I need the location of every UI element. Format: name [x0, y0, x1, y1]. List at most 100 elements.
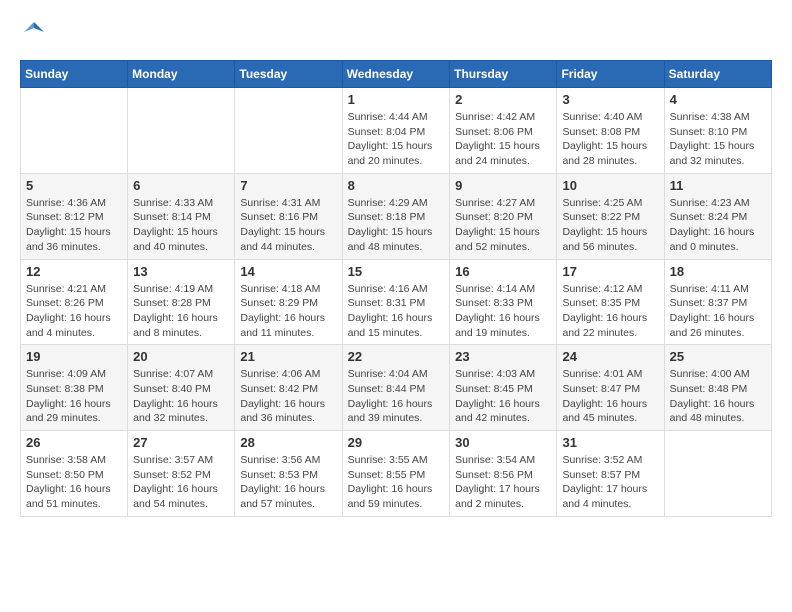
day-info: Sunrise: 4:31 AMSunset: 8:16 PMDaylight:… [240, 196, 336, 255]
day-number: 23 [455, 349, 551, 364]
calendar-cell: 16 Sunrise: 4:14 AMSunset: 8:33 PMDayligh… [450, 259, 557, 345]
calendar-cell: 24 Sunrise: 4:01 AMSunset: 8:47 PMDayligh… [557, 345, 664, 431]
day-number: 16 [455, 264, 551, 279]
day-info: Sunrise: 3:54 AMSunset: 8:56 PMDaylight:… [455, 453, 551, 512]
day-number: 1 [348, 92, 445, 107]
logo [20, 20, 46, 44]
calendar-cell: 13Sunrise: 4:19 AMSunset: 8:28 PMDayligh… [128, 259, 235, 345]
calendar-cell [664, 431, 771, 517]
calendar-cell: 3 Sunrise: 4:40 AMSunset: 8:08 PMDaylight… [557, 88, 664, 174]
calendar-cell: 15 Sunrise: 4:16 AMSunset: 8:31 PMDayligh… [342, 259, 450, 345]
calendar-cell: 14Sunrise: 4:18 AMSunset: 8:29 PMDayligh… [235, 259, 342, 345]
day-number: 24 [562, 349, 658, 364]
calendar-cell: 20Sunrise: 4:07 AMSunset: 8:40 PMDayligh… [128, 345, 235, 431]
day-info: Sunrise: 4:09 AMSunset: 8:38 PMDaylight:… [26, 367, 122, 426]
day-number: 26 [26, 435, 122, 450]
day-number: 15 [348, 264, 445, 279]
calendar-cell: 12 Sunrise: 4:21 AMSunset: 8:26 PMDayligh… [21, 259, 128, 345]
day-number: 17 [562, 264, 658, 279]
day-info: Sunrise: 4:11 AMSunset: 8:37 PMDaylight:… [670, 282, 766, 341]
calendar-cell: 26 Sunrise: 3:58 AMSunset: 8:50 PMDayligh… [21, 431, 128, 517]
calendar-cell: 31Sunrise: 3:52 AMSunset: 8:57 PMDayligh… [557, 431, 664, 517]
day-info: Sunrise: 4:42 AMSunset: 8:06 PMDaylight:… [455, 110, 551, 169]
day-number: 11 [670, 178, 766, 193]
calendar-cell: 27 Sunrise: 3:57 AMSunset: 8:52 PMDayligh… [128, 431, 235, 517]
weekday-header: Saturday [664, 61, 771, 88]
calendar-cell: 2 Sunrise: 4:42 AMSunset: 8:06 PMDaylight… [450, 88, 557, 174]
day-info: Sunrise: 3:52 AMSunset: 8:57 PMDaylight:… [562, 453, 658, 512]
day-number: 20 [133, 349, 229, 364]
calendar-week-row: 1 Sunrise: 4:44 AMSunset: 8:04 PMDaylight… [21, 88, 772, 174]
day-number: 10 [562, 178, 658, 193]
day-info: Sunrise: 4:04 AMSunset: 8:44 PMDaylight:… [348, 367, 445, 426]
day-info: Sunrise: 4:01 AMSunset: 8:47 PMDaylight:… [562, 367, 658, 426]
day-info: Sunrise: 4:06 AMSunset: 8:42 PMDaylight:… [240, 367, 336, 426]
weekday-header: Monday [128, 61, 235, 88]
calendar-week-row: 12 Sunrise: 4:21 AMSunset: 8:26 PMDayligh… [21, 259, 772, 345]
day-number: 22 [348, 349, 445, 364]
calendar-week-row: 26 Sunrise: 3:58 AMSunset: 8:50 PMDayligh… [21, 431, 772, 517]
day-number: 9 [455, 178, 551, 193]
calendar-cell: 7 Sunrise: 4:31 AMSunset: 8:16 PMDaylight… [235, 173, 342, 259]
calendar-cell: 1 Sunrise: 4:44 AMSunset: 8:04 PMDaylight… [342, 88, 450, 174]
calendar-cell: 8 Sunrise: 4:29 AMSunset: 8:18 PMDaylight… [342, 173, 450, 259]
header-row: SundayMondayTuesdayWednesdayThursdayFrid… [21, 61, 772, 88]
calendar-cell: 5Sunrise: 4:36 AMSunset: 8:12 PMDaylight… [21, 173, 128, 259]
day-info: Sunrise: 4:25 AMSunset: 8:22 PMDaylight:… [562, 196, 658, 255]
day-info: Sunrise: 4:44 AMSunset: 8:04 PMDaylight:… [348, 110, 445, 169]
calendar-cell: 9 Sunrise: 4:27 AMSunset: 8:20 PMDaylight… [450, 173, 557, 259]
calendar-week-row: 5Sunrise: 4:36 AMSunset: 8:12 PMDaylight… [21, 173, 772, 259]
weekday-header: Tuesday [235, 61, 342, 88]
calendar-cell: 21 Sunrise: 4:06 AMSunset: 8:42 PMDayligh… [235, 345, 342, 431]
day-info: Sunrise: 4:00 AMSunset: 8:48 PMDaylight:… [670, 367, 766, 426]
calendar-cell: 23 Sunrise: 4:03 AMSunset: 8:45 PMDayligh… [450, 345, 557, 431]
calendar-cell: 22 Sunrise: 4:04 AMSunset: 8:44 PMDayligh… [342, 345, 450, 431]
day-info: Sunrise: 4:03 AMSunset: 8:45 PMDaylight:… [455, 367, 551, 426]
calendar-cell: 18 Sunrise: 4:11 AMSunset: 8:37 PMDayligh… [664, 259, 771, 345]
day-info: Sunrise: 4:18 AMSunset: 8:29 PMDaylight:… [240, 282, 336, 341]
day-number: 30 [455, 435, 551, 450]
day-number: 28 [240, 435, 336, 450]
day-info: Sunrise: 4:33 AMSunset: 8:14 PMDaylight:… [133, 196, 229, 255]
day-number: 13 [133, 264, 229, 279]
day-info: Sunrise: 4:14 AMSunset: 8:33 PMDaylight:… [455, 282, 551, 341]
calendar-week-row: 19 Sunrise: 4:09 AMSunset: 8:38 PMDayligh… [21, 345, 772, 431]
day-number: 27 [133, 435, 229, 450]
weekday-header: Wednesday [342, 61, 450, 88]
calendar-cell: 6 Sunrise: 4:33 AMSunset: 8:14 PMDaylight… [128, 173, 235, 259]
day-number: 18 [670, 264, 766, 279]
day-info: Sunrise: 4:38 AMSunset: 8:10 PMDaylight:… [670, 110, 766, 169]
day-info: Sunrise: 4:16 AMSunset: 8:31 PMDaylight:… [348, 282, 445, 341]
day-number: 6 [133, 178, 229, 193]
day-number: 7 [240, 178, 336, 193]
day-info: Sunrise: 4:29 AMSunset: 8:18 PMDaylight:… [348, 196, 445, 255]
day-info: Sunrise: 4:36 AMSunset: 8:12 PMDaylight:… [26, 196, 122, 255]
day-info: Sunrise: 4:27 AMSunset: 8:20 PMDaylight:… [455, 196, 551, 255]
day-info: Sunrise: 4:12 AMSunset: 8:35 PMDaylight:… [562, 282, 658, 341]
logo-icon [22, 20, 46, 44]
day-info: Sunrise: 4:40 AMSunset: 8:08 PMDaylight:… [562, 110, 658, 169]
day-info: Sunrise: 4:21 AMSunset: 8:26 PMDaylight:… [26, 282, 122, 341]
day-number: 12 [26, 264, 122, 279]
calendar-cell: 30 Sunrise: 3:54 AMSunset: 8:56 PMDayligh… [450, 431, 557, 517]
day-number: 8 [348, 178, 445, 193]
page-header [20, 20, 772, 44]
weekday-header: Friday [557, 61, 664, 88]
calendar-cell: 4Sunrise: 4:38 AMSunset: 8:10 PMDaylight… [664, 88, 771, 174]
day-info: Sunrise: 4:23 AMSunset: 8:24 PMDaylight:… [670, 196, 766, 255]
day-number: 21 [240, 349, 336, 364]
day-number: 2 [455, 92, 551, 107]
day-info: Sunrise: 3:56 AMSunset: 8:53 PMDaylight:… [240, 453, 336, 512]
calendar-cell: 25 Sunrise: 4:00 AMSunset: 8:48 PMDayligh… [664, 345, 771, 431]
calendar-table: SundayMondayTuesdayWednesdayThursdayFrid… [20, 60, 772, 517]
day-number: 19 [26, 349, 122, 364]
day-info: Sunrise: 3:57 AMSunset: 8:52 PMDaylight:… [133, 453, 229, 512]
calendar-cell: 11 Sunrise: 4:23 AMSunset: 8:24 PMDayligh… [664, 173, 771, 259]
day-number: 25 [670, 349, 766, 364]
day-number: 3 [562, 92, 658, 107]
calendar-cell [235, 88, 342, 174]
weekday-header: Sunday [21, 61, 128, 88]
calendar-cell [128, 88, 235, 174]
day-info: Sunrise: 3:58 AMSunset: 8:50 PMDaylight:… [26, 453, 122, 512]
day-info: Sunrise: 3:55 AMSunset: 8:55 PMDaylight:… [348, 453, 445, 512]
